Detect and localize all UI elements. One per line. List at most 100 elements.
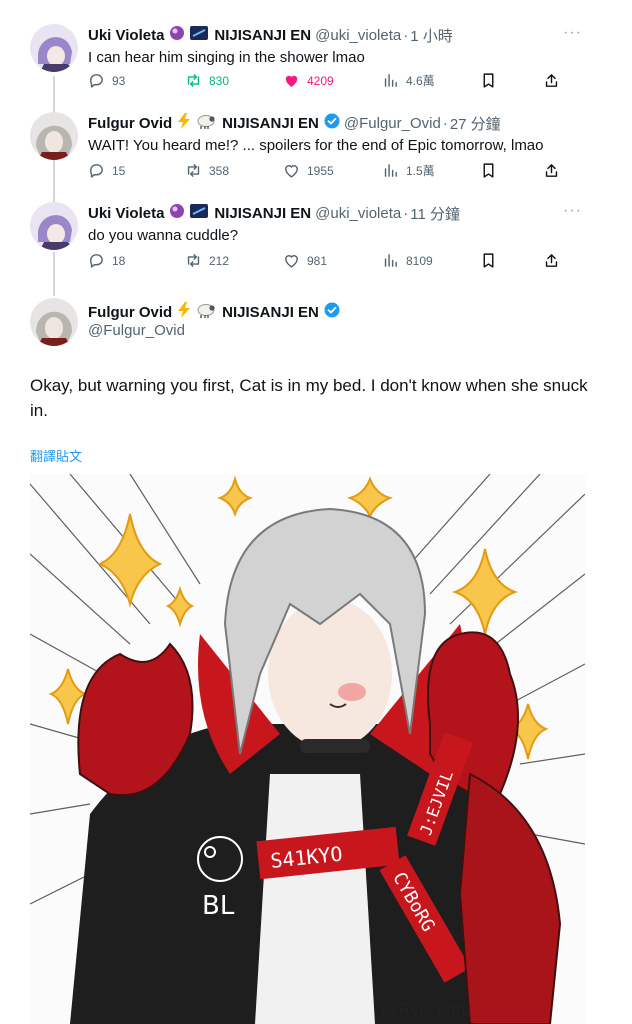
share-button[interactable]	[543, 252, 567, 269]
sheep-icon	[196, 302, 216, 322]
tweet[interactable]: Uki Violeta NIJISANJI EN @uki_violeta · …	[0, 202, 632, 272]
reply-button[interactable]: 93	[88, 72, 125, 89]
bookmark-button[interactable]	[480, 162, 504, 179]
like-button[interactable]: 981	[283, 252, 327, 269]
share-button[interactable]	[543, 162, 567, 179]
reply-count: 18	[112, 253, 126, 268]
main-avatar[interactable]	[30, 298, 78, 346]
like-count: 1955	[307, 163, 334, 178]
bookmark-icon	[483, 163, 494, 178]
lightning-icon	[177, 302, 191, 322]
timestamp[interactable]: 11 分鐘	[410, 203, 460, 224]
image-watermark: @Ryu_koru	[380, 1000, 471, 1019]
view-count: 1.5萬	[406, 164, 435, 178]
author-name[interactable]: Uki Violeta	[88, 205, 164, 222]
like-count: 4209	[307, 73, 334, 88]
tweet-text: WAIT! You heard me!? ... spoilers for th…	[88, 137, 544, 154]
bookmark-button[interactable]	[480, 252, 504, 269]
avatar[interactable]	[30, 24, 78, 72]
tweet-actions: 93 830 4209 4.6萬	[88, 72, 568, 92]
reply-button[interactable]: 15	[88, 162, 125, 179]
views-button[interactable]: 1.5萬	[382, 162, 435, 179]
view-count: 8109	[406, 253, 433, 268]
like-button[interactable]: 4209	[283, 72, 334, 89]
reply-count: 15	[112, 163, 126, 178]
author-name[interactable]: Uki Violeta	[88, 27, 164, 44]
share-icon	[545, 74, 558, 87]
retweet-count: 830	[209, 73, 230, 88]
author-handle[interactable]: @uki_violeta	[315, 205, 401, 222]
more-options-icon[interactable]: ···	[563, 202, 582, 220]
tweet[interactable]: Fulgur Ovid NIJISANJI EN @Fulgur_Ovid · …	[0, 112, 632, 184]
illustration: S41KYO CYBoRG J:EJVIL BL	[30, 474, 585, 1024]
bookmark-icon	[483, 253, 494, 268]
retweet-count: 212	[209, 253, 230, 268]
separator-dot: ·	[403, 26, 409, 44]
views-icon	[384, 254, 397, 267]
reply-icon	[90, 254, 103, 268]
org-label: NIJISANJI EN	[214, 26, 312, 44]
like-count: 981	[307, 253, 328, 268]
tweet-actions: 18 212 981 8109	[88, 252, 568, 272]
reply-count: 93	[112, 73, 126, 88]
verified-icon	[324, 302, 340, 322]
share-button[interactable]	[543, 72, 567, 89]
like-button[interactable]: 1955	[283, 162, 334, 179]
attached-image[interactable]: S41KYO CYBoRG J:EJVIL BL @Ryu_koru	[30, 474, 585, 1024]
view-count: 4.6萬	[406, 74, 435, 88]
separator-dot: ·	[442, 114, 448, 132]
main-author-name[interactable]: Fulgur Ovid	[88, 304, 172, 321]
share-icon	[545, 164, 558, 177]
timestamp[interactable]: 27 分鐘	[450, 113, 501, 134]
avatar[interactable]	[30, 112, 78, 160]
separator-dot: ·	[403, 204, 409, 222]
retweet-count: 358	[209, 163, 230, 178]
jacket-logo-text: BL	[202, 891, 235, 921]
views-icon	[384, 164, 397, 177]
lightning-icon	[177, 113, 191, 133]
avatar[interactable]	[30, 202, 78, 250]
orb-icon	[169, 25, 185, 45]
bookmark-button[interactable]	[480, 72, 504, 89]
retweet-button[interactable]: 212	[185, 252, 229, 269]
views-button[interactable]: 8109	[382, 252, 433, 269]
translate-post-link[interactable]: 翻譯貼文	[30, 446, 82, 465]
sheep-icon	[196, 113, 216, 133]
more-options-icon[interactable]: ···	[563, 24, 582, 42]
retweet-icon	[187, 254, 200, 267]
views-icon	[384, 74, 397, 87]
retweet-icon	[187, 164, 200, 177]
main-author-handle[interactable]: @Fulgur_Ovid	[88, 322, 185, 339]
retweet-icon	[187, 74, 200, 87]
heart-filled-icon	[285, 75, 298, 87]
heart-icon	[285, 165, 298, 178]
org-label: NIJISANJI EN	[222, 114, 319, 132]
orb-icon	[169, 203, 185, 223]
timestamp[interactable]: 1 小時	[410, 25, 453, 46]
org-label: NIJISANJI EN	[214, 204, 312, 222]
tweet[interactable]: Uki Violeta NIJISANJI EN @uki_violeta · …	[0, 24, 632, 94]
tweet-text: do you wanna cuddle?	[88, 227, 239, 244]
main-author-row: Fulgur Ovid NIJISANJI EN	[88, 302, 340, 322]
bookmark-icon	[483, 73, 494, 88]
author-handle[interactable]: @uki_violeta	[315, 27, 401, 44]
tweet-header: Fulgur Ovid NIJISANJI EN @Fulgur_Ovid · …	[88, 112, 501, 134]
heart-icon	[285, 255, 298, 268]
org-label: NIJISANJI EN	[222, 303, 319, 321]
author-name[interactable]: Fulgur Ovid	[88, 115, 172, 132]
tweet-header: Uki Violeta NIJISANJI EN @uki_violeta · …	[88, 24, 453, 46]
verified-icon	[324, 113, 340, 133]
tweet-actions: 15 358 1955 1.5萬	[88, 162, 568, 182]
reply-button[interactable]: 18	[88, 252, 125, 269]
share-icon	[545, 254, 558, 267]
views-button[interactable]: 4.6萬	[382, 72, 435, 89]
galaxy-icon	[190, 26, 209, 44]
reply-icon	[90, 164, 103, 178]
author-handle[interactable]: @Fulgur_Ovid	[344, 115, 441, 132]
retweet-button[interactable]: 358	[185, 162, 229, 179]
reply-icon	[90, 74, 103, 88]
tweet-header: Uki Violeta NIJISANJI EN @uki_violeta · …	[88, 202, 460, 224]
tweet-text: I can hear him singing in the shower lma…	[88, 49, 365, 66]
main-tweet-text: Okay, but warning you first, Cat is in m…	[30, 376, 588, 420]
retweet-button[interactable]: 830	[185, 72, 229, 89]
